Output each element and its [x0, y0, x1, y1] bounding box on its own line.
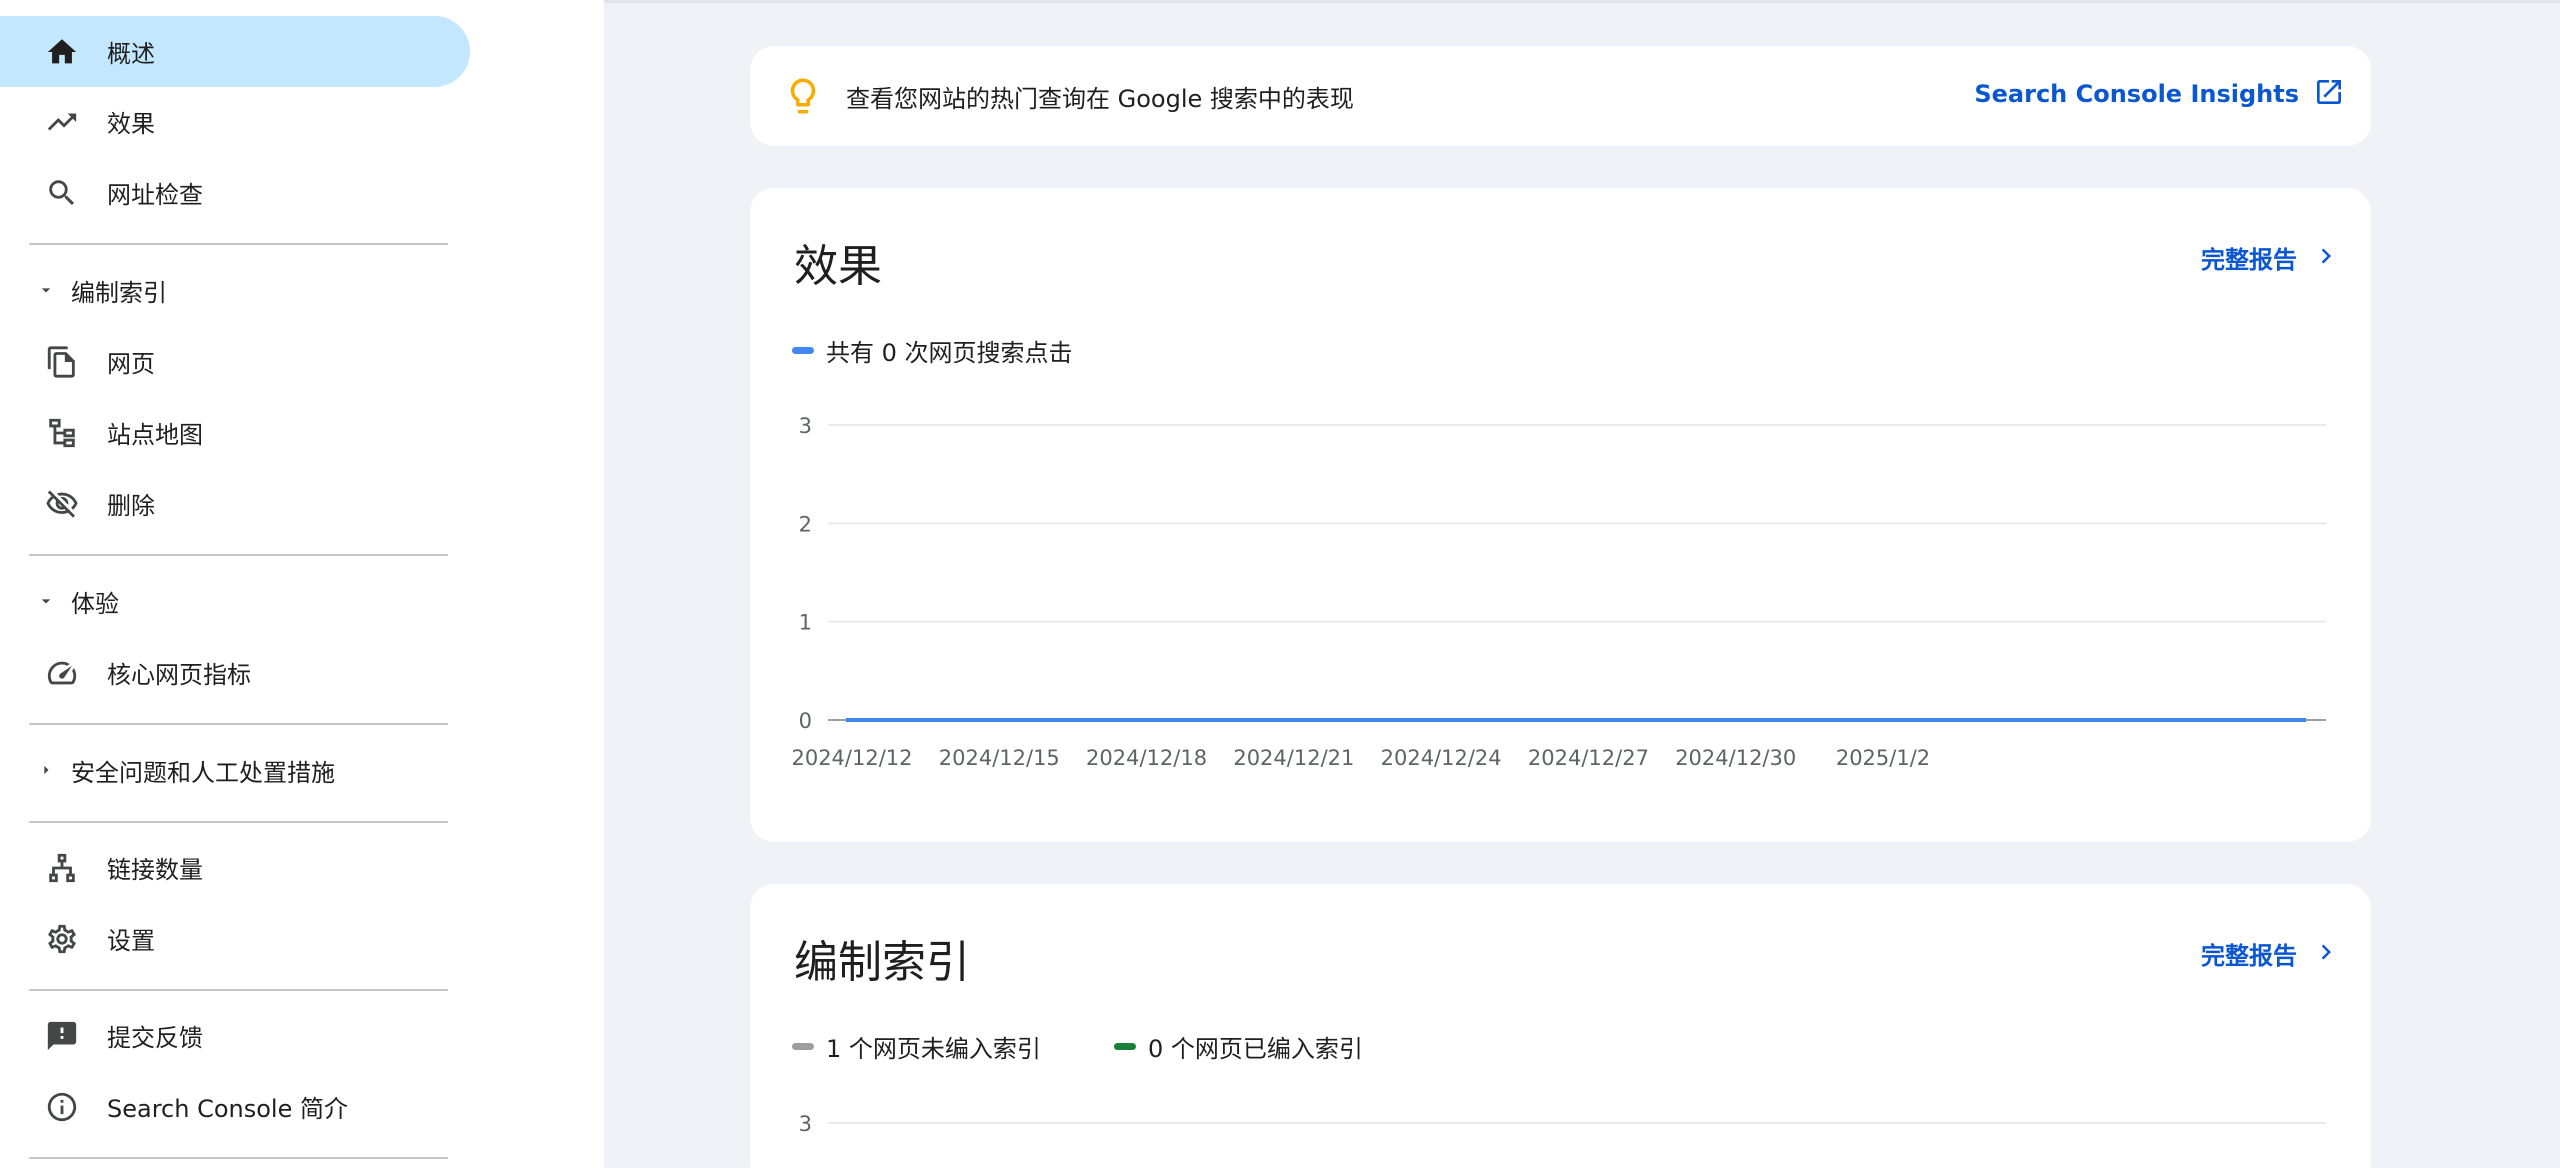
header-divider — [604, 0, 2560, 3]
y-tick-label: 0 — [799, 709, 812, 733]
search-console-app: 概述 效果 网址检查 编制索引 网页 站点地图 删除 体验 核心网页指标 安全问… — [0, 0, 2560, 1168]
x-tick-label: 2024/12/30 — [1675, 746, 1796, 770]
sidebar-item-label: 概述 — [107, 40, 155, 68]
sidebar-item-label: 链接数量 — [107, 856, 203, 884]
sidebar-nav: 概述 效果 网址检查 编制索引 网页 站点地图 删除 体验 核心网页指标 安全问… — [0, 0, 480, 1168]
trending-up-icon — [44, 104, 80, 140]
sidebar-item-label: 提交反馈 — [107, 1024, 203, 1052]
lightbulb-icon — [782, 75, 824, 117]
sidebar-item-label: 网页 — [107, 350, 155, 378]
x-tick-label: 2024/12/24 — [1381, 746, 1502, 770]
sidebar-item-core-web-vitals[interactable]: 核心网页指标 — [0, 637, 470, 708]
sidebar-section-label: 安全问题和人工处置措施 — [71, 758, 335, 787]
performance-card: 效果 完整报告 共有 0 次网页搜索点击 0 1 2 3 2024/12/12 2024/… — [750, 188, 2371, 842]
sidebar-item-performance[interactable]: 效果 — [0, 86, 470, 157]
sidebar-item-label: 设置 — [107, 927, 155, 955]
info-icon — [44, 1089, 80, 1125]
pages-icon — [44, 344, 80, 380]
sidebar-divider — [29, 1157, 448, 1159]
x-tick-label: 2024/12/27 — [1528, 746, 1649, 770]
x-tick-label: 2024/12/15 — [939, 746, 1060, 770]
main-content: 查看您网站的热门查询在 Google 搜索中的表现 Search Console… — [604, 0, 2560, 1168]
caret-down-icon — [36, 280, 56, 300]
home-icon — [44, 34, 80, 70]
sidebar-item-label: 核心网页指标 — [107, 661, 251, 689]
sidebar-divider — [29, 821, 448, 823]
y-tick-label: 3 — [799, 414, 812, 438]
sitemap-icon — [44, 415, 80, 451]
sidebar-divider — [29, 723, 448, 725]
insights-text: 查看您网站的热门查询在 Google 搜索中的表现 — [846, 85, 1354, 113]
sidebar-item-url-inspection[interactable]: 网址检查 — [0, 157, 470, 228]
sidebar-section-indexing[interactable]: 编制索引 — [0, 260, 470, 320]
sidebar-section-security[interactable]: 安全问题和人工处置措施 — [0, 740, 470, 800]
speed-icon — [44, 655, 80, 691]
indexing-card: 编制索引 完整报告 1 个网页未编入索引 0 个网页已编入索引 3 — [750, 884, 2371, 1168]
sidebar-divider — [29, 243, 448, 245]
sidebar-divider — [29, 989, 448, 991]
insights-banner: 查看您网站的热门查询在 Google 搜索中的表现 Search Console… — [750, 46, 2371, 146]
sidebar-section-label: 编制索引 — [71, 278, 167, 307]
insights-link-label: Search Console Insights — [1974, 80, 2299, 108]
open-in-new-icon — [2313, 76, 2345, 112]
sidebar-item-overview[interactable]: 概述 — [0, 16, 470, 87]
sidebar-item-label: Search Console 简介 — [107, 1095, 348, 1123]
sidebar-section-label: 体验 — [71, 589, 119, 618]
sidebar-item-label: 站点地图 — [107, 421, 203, 449]
sidebar-section-experience[interactable]: 体验 — [0, 571, 470, 631]
x-tick-label: 2024/12/18 — [1086, 746, 1207, 770]
indexing-chart: 3 — [799, 1112, 2326, 1136]
x-tick-label: 2024/12/21 — [1233, 746, 1354, 770]
sidebar-item-label: 网址检查 — [107, 181, 203, 209]
links-icon — [44, 850, 80, 886]
feedback-icon — [44, 1018, 80, 1054]
gear-icon — [44, 921, 80, 957]
sidebar-item-label: 效果 — [107, 110, 155, 138]
performance-chart: 0 1 2 3 2024/12/12 2024/12/15 2024/12/18 2024/1… — [791, 414, 2326, 770]
sidebar-item-label: 删除 — [107, 492, 155, 520]
x-tick-label: 2024/12/12 — [791, 746, 912, 770]
sidebar-divider — [29, 554, 448, 556]
caret-down-icon — [36, 591, 56, 611]
search-console-insights-link[interactable]: Search Console Insights — [1974, 72, 2345, 116]
visibility-off-icon — [44, 486, 80, 522]
sidebar-item-feedback[interactable]: 提交反馈 — [0, 1000, 470, 1071]
x-tick-label: 2025/1/2 — [1836, 746, 1930, 770]
y-tick-label: 3 — [799, 1112, 812, 1136]
y-tick-label: 1 — [799, 611, 812, 635]
y-tick-label: 2 — [799, 512, 812, 536]
sidebar-item-settings[interactable]: 设置 — [0, 903, 470, 974]
sidebar-item-pages[interactable]: 网页 — [0, 326, 470, 397]
caret-right-icon — [36, 760, 56, 780]
sidebar-item-about[interactable]: Search Console 简介 — [0, 1071, 470, 1142]
sidebar-item-sitemaps[interactable]: 站点地图 — [0, 397, 470, 468]
sidebar-item-links[interactable]: 链接数量 — [0, 832, 470, 903]
sidebar-item-removals[interactable]: 删除 — [0, 468, 470, 539]
search-icon — [44, 175, 80, 211]
